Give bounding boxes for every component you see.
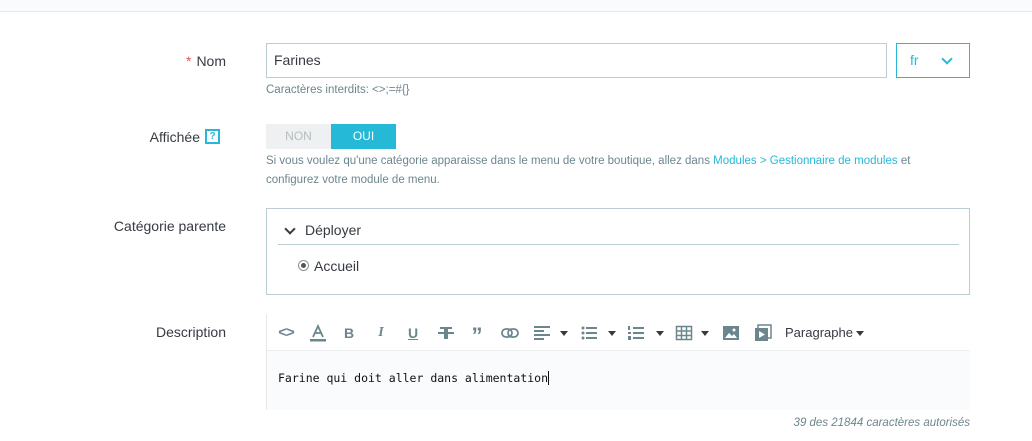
name-help-text: Caractères interdits: <>;=#{}: [266, 84, 410, 96]
paragraph-caret[interactable]: [856, 331, 864, 336]
language-value: fr: [910, 52, 919, 68]
displayed-help-text-2: configurez votre module de menu.: [266, 174, 440, 186]
chevron-down-icon: [941, 53, 953, 65]
chevron-down-icon: [284, 223, 296, 235]
image-icon[interactable]: [722, 323, 740, 343]
displayed-switch[interactable]: NON OUI: [266, 124, 396, 149]
italic-icon[interactable]: I: [373, 323, 389, 343]
modules-link[interactable]: Modules > Gestionnaire de modules: [713, 155, 897, 167]
align-left-icon[interactable]: [533, 323, 551, 343]
bullet-list-icon[interactable]: [580, 323, 598, 343]
parent-category-label: Catégorie parente: [113, 218, 226, 234]
table-icon[interactable]: [675, 323, 693, 343]
underline-icon[interactable]: U: [405, 323, 421, 343]
required-mark: *: [185, 53, 192, 69]
tree-expand-toggle[interactable]: Déployer: [278, 221, 959, 245]
rich-text-editor: <> B I U ” Paragraphe Farine qui doit al…: [266, 314, 970, 410]
bold-icon[interactable]: B: [341, 323, 357, 343]
paragraph-format-dropdown[interactable]: Paragraphe: [785, 323, 855, 343]
help-icon[interactable]: ?: [205, 129, 220, 144]
category-radio-accueil[interactable]: [298, 260, 309, 271]
switch-on-option[interactable]: OUI: [331, 124, 396, 149]
text-cursor: [548, 371, 550, 385]
category-label-accueil[interactable]: Accueil: [314, 258, 359, 274]
code-view-icon[interactable]: <>: [276, 323, 296, 343]
description-label: Description: [155, 324, 226, 340]
editor-toolbar: <> B I U ” Paragraphe: [267, 314, 970, 351]
top-header-strip: [0, 0, 1032, 12]
expand-label: Déployer: [305, 222, 362, 238]
strikethrough-icon[interactable]: [437, 323, 455, 343]
numbered-list-icon[interactable]: [627, 323, 645, 343]
link-icon[interactable]: [500, 323, 520, 343]
editor-content-area[interactable]: Farine qui doit aller dans alimentation: [267, 351, 970, 410]
character-counter: 39 des 21844 caractères autorisés: [793, 417, 970, 429]
switch-off-option[interactable]: NON: [266, 124, 331, 149]
bullet-list-caret[interactable]: [608, 331, 616, 336]
table-caret[interactable]: [701, 331, 709, 336]
name-label: * Nom: [185, 53, 226, 69]
align-dropdown-caret[interactable]: [560, 331, 568, 336]
text-color-icon[interactable]: [308, 323, 328, 343]
quote-icon[interactable]: ”: [469, 323, 485, 348]
language-dropdown[interactable]: fr: [896, 43, 970, 78]
numbered-list-caret[interactable]: [656, 331, 664, 336]
name-input[interactable]: Farines: [266, 43, 887, 78]
displayed-label: Affichée: [149, 129, 200, 145]
editor-text: Farine qui doit aller dans alimentation: [278, 371, 550, 385]
video-icon[interactable]: [754, 323, 772, 343]
category-tree: Déployer Accueil: [266, 208, 970, 295]
displayed-help-text: Si vous voulez qu'une catégorie apparais…: [266, 155, 911, 167]
